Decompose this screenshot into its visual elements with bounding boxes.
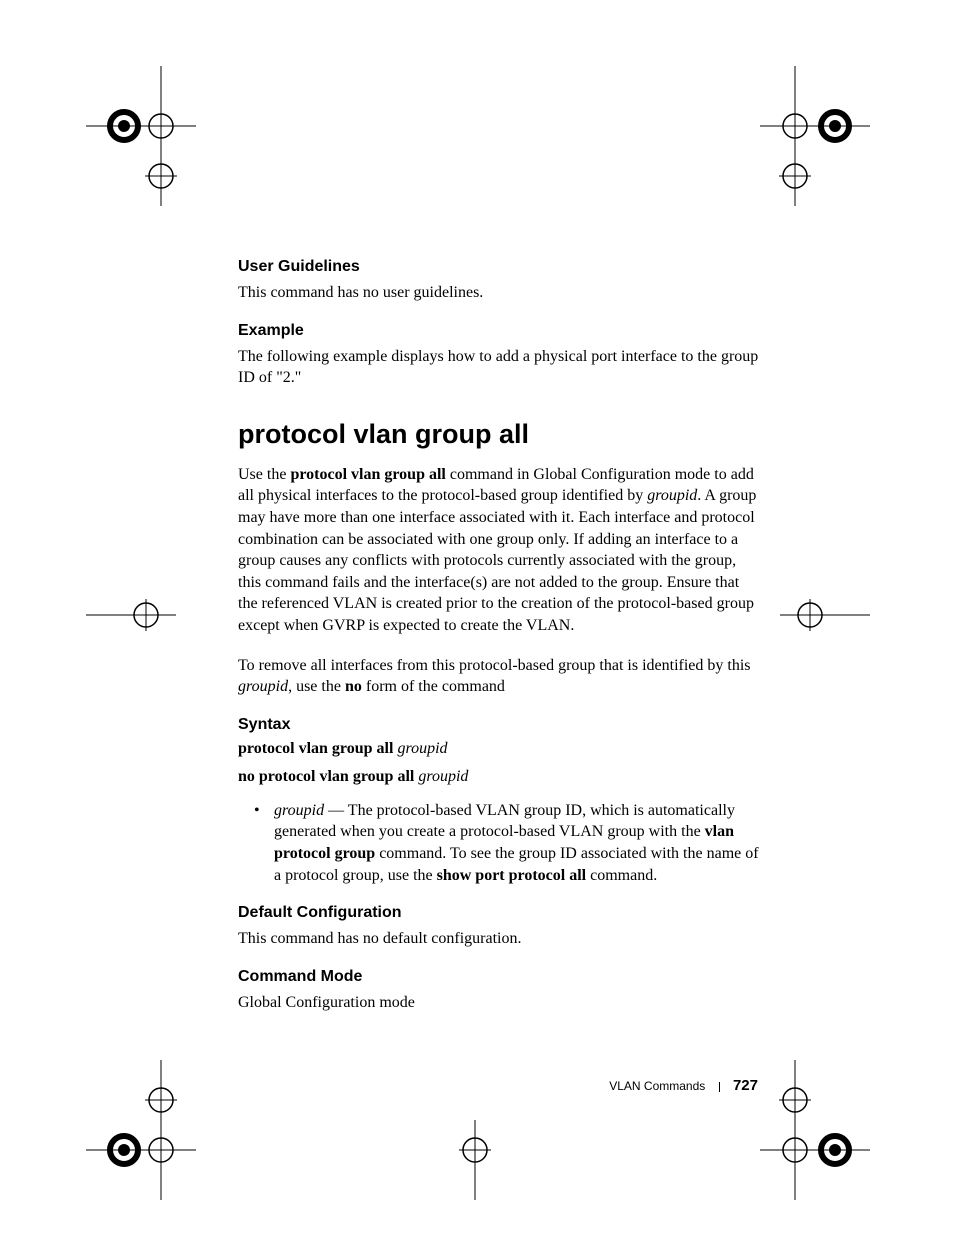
text-default-config: This command has no default configuratio… — [238, 928, 760, 950]
t: form of the command — [362, 678, 505, 695]
text-example: The following example displays how to ad… — [238, 346, 760, 389]
registration-mark-icon — [86, 66, 196, 206]
t: show port protocol all — [437, 867, 586, 884]
page-footer: VLAN Commands 727 — [609, 1077, 758, 1094]
t: no protocol vlan group all — [238, 768, 418, 785]
heading-command-mode: Command Mode — [238, 968, 760, 986]
t: , use the — [288, 678, 345, 695]
t: . A group may have more than one interfa… — [238, 487, 756, 634]
t: groupid — [397, 740, 447, 757]
registration-mark-icon — [780, 590, 870, 640]
heading-syntax: Syntax — [238, 716, 760, 734]
t: protocol vlan group all — [238, 740, 397, 757]
page-number: 727 — [733, 1077, 758, 1094]
heading-default-config: Default Configuration — [238, 904, 760, 922]
footer-separator — [719, 1082, 720, 1092]
registration-mark-icon — [760, 66, 870, 206]
footer-section: VLAN Commands — [609, 1079, 705, 1093]
t: groupid — [274, 802, 324, 819]
t: no — [345, 678, 362, 695]
t: groupid — [418, 768, 468, 785]
command-title: protocol vlan group all — [238, 419, 760, 450]
t: To remove all interfaces from this proto… — [238, 657, 751, 674]
desc-paragraph-1: Use the protocol vlan group all command … — [238, 464, 760, 637]
text-command-mode: Global Configuration mode — [238, 992, 760, 1014]
syntax-line-2: no protocol vlan group all groupid — [238, 768, 760, 786]
syntax-line-1: protocol vlan group all groupid — [238, 740, 760, 758]
t: — The protocol-based VLAN group ID, whic… — [274, 802, 735, 841]
desc-paragraph-2: To remove all interfaces from this proto… — [238, 655, 760, 698]
t: protocol vlan group all — [290, 466, 445, 483]
syntax-bullets: groupid — The protocol-based VLAN group … — [238, 800, 760, 886]
heading-example: Example — [238, 322, 760, 340]
heading-user-guidelines: User Guidelines — [238, 258, 760, 276]
t: groupid — [238, 678, 288, 695]
t: command. — [586, 867, 657, 884]
registration-mark-icon — [760, 1060, 870, 1200]
registration-mark-icon — [86, 1060, 196, 1200]
list-item: groupid — The protocol-based VLAN group … — [274, 800, 760, 886]
text-user-guidelines: This command has no user guidelines. — [238, 282, 760, 304]
page-content: User Guidelines This command has no user… — [238, 258, 760, 1031]
t: Use the — [238, 466, 290, 483]
t: groupid — [647, 487, 697, 504]
registration-mark-icon — [86, 590, 176, 640]
registration-mark-icon — [450, 1120, 500, 1200]
